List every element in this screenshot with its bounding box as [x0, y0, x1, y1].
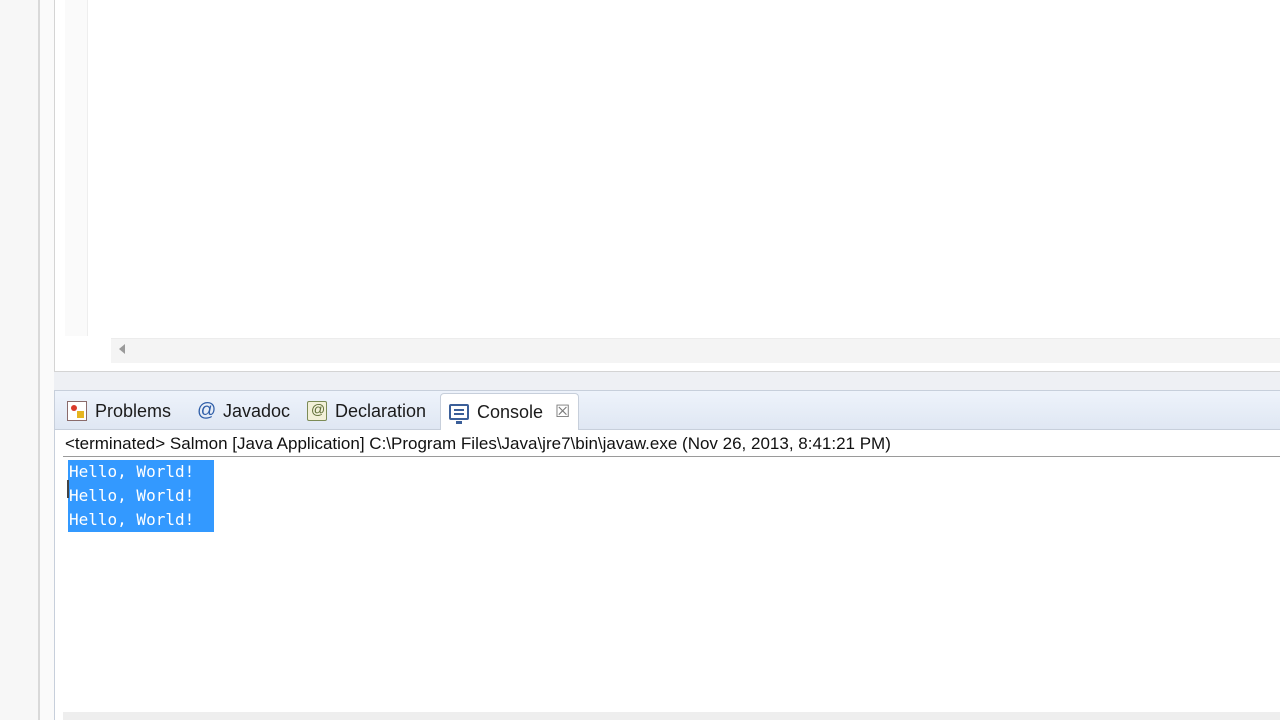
pane-separator[interactable] — [54, 372, 1280, 390]
console-icon — [449, 404, 469, 424]
view-tab-bar: Problems @ Javadoc Declaration Console ☒ — [55, 390, 1280, 430]
console-text[interactable]: Hello, World! Hello, World! Hello, World… — [68, 460, 214, 532]
console-launch-description: <terminated> Salmon [Java Application] C… — [65, 434, 891, 453]
javadoc-icon: @ — [197, 400, 217, 421]
tab-javadoc[interactable]: @ Javadoc — [189, 393, 298, 429]
editor-horizontal-scrollbar[interactable] — [111, 338, 1280, 363]
console-line[interactable]: Hello, World! — [68, 508, 214, 532]
bottom-view-stack: Problems @ Javadoc Declaration Console ☒… — [54, 390, 1280, 720]
tab-label: Javadoc — [223, 400, 291, 421]
declaration-icon — [307, 401, 327, 421]
text-cursor — [67, 480, 69, 498]
close-icon[interactable]: ☒ — [555, 402, 570, 422]
console-horizontal-scrollbar[interactable] — [63, 712, 1280, 720]
tab-problems[interactable]: Problems — [59, 393, 179, 429]
left-trim — [0, 0, 38, 720]
tab-label: Declaration — [335, 400, 427, 421]
problems-icon — [67, 401, 87, 421]
editor-pane[interactable] — [54, 0, 1280, 372]
tab-declaration[interactable]: Declaration — [299, 393, 434, 429]
console-header-divider — [63, 456, 1280, 457]
tab-label: Problems — [95, 400, 172, 421]
left-gap — [40, 0, 54, 720]
tab-console[interactable]: Console ☒ — [440, 393, 580, 430]
scroll-left-arrow-icon[interactable] — [119, 344, 125, 354]
tab-label: Console — [477, 401, 544, 422]
console-line[interactable]: Hello, World! — [68, 460, 214, 484]
console-line[interactable]: Hello, World! — [68, 484, 214, 508]
editor-gutter — [65, 0, 88, 336]
console-output-area[interactable]: <terminated> Salmon [Java Application] C… — [55, 430, 1280, 720]
